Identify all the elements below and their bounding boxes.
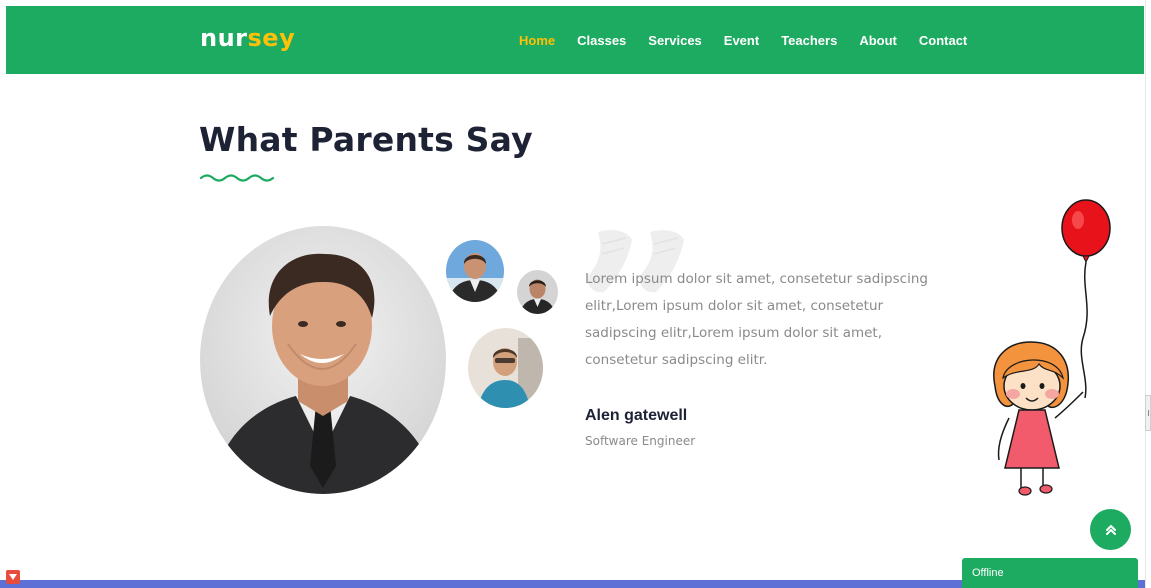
- double-chevron-up-icon: [1105, 524, 1116, 535]
- nav-event[interactable]: Event: [724, 32, 759, 50]
- parent-thumb-2[interactable]: [517, 270, 558, 314]
- wave-divider-icon: [199, 174, 275, 182]
- browser-scrollbar[interactable]: [1145, 0, 1151, 588]
- parent-thumb-3[interactable]: [468, 328, 543, 408]
- nav-about[interactable]: About: [859, 32, 897, 50]
- scroll-to-top-button[interactable]: [1090, 509, 1131, 550]
- nav-classes[interactable]: Classes: [577, 32, 626, 50]
- logo-text-part2: sey: [247, 24, 296, 52]
- scrollbar-handle[interactable]: [1145, 395, 1151, 431]
- main-nav: Home Classes Services Event Teachers Abo…: [519, 32, 989, 50]
- chat-status: Offline: [972, 567, 1004, 579]
- nav-services[interactable]: Services: [648, 32, 702, 50]
- logo-text-part1: nur: [200, 24, 248, 52]
- logo[interactable]: nursey: [200, 24, 295, 52]
- live-chat-widget[interactable]: Offline: [962, 558, 1138, 588]
- author-name: Alen gatewell: [585, 407, 688, 424]
- nav-teachers[interactable]: Teachers: [781, 32, 837, 50]
- browser-extension-icon[interactable]: [5, 568, 21, 586]
- nav-home[interactable]: Home: [519, 32, 555, 50]
- girl-with-balloon-illustration: [993, 199, 1111, 496]
- site-header: nursey Home Classes Services Event Teach…: [6, 6, 1144, 74]
- testimonial-text: Lorem ipsum dolor sit amet, consetetur s…: [585, 271, 928, 368]
- parent-portrait-main: [200, 226, 446, 494]
- parent-thumb-1[interactable]: [446, 240, 504, 302]
- nav-contact[interactable]: Contact: [919, 32, 967, 50]
- section-title: What Parents Say: [199, 120, 533, 159]
- author-role: Software Engineer: [585, 434, 696, 448]
